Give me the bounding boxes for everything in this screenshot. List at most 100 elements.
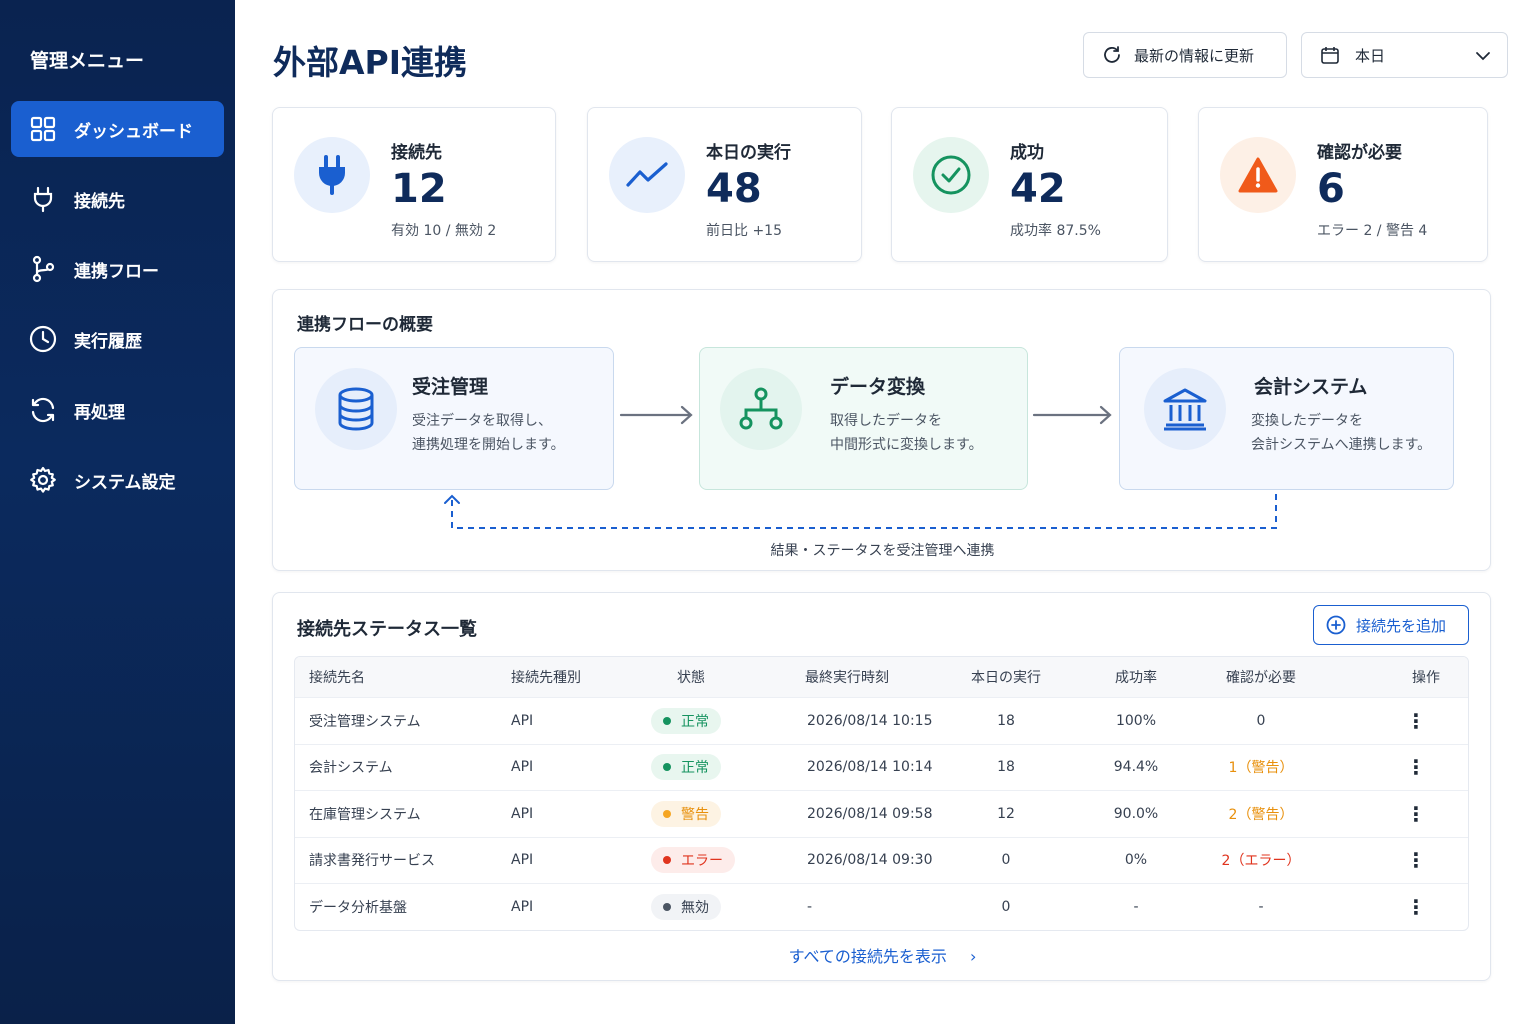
sidebar-item-dashboard[interactable]: ダッシュボード [11,101,224,157]
cell-type: API [511,852,534,869]
add-connection-button[interactable]: 接続先を追加 [1313,605,1469,645]
stat-card-success: 成功 42 成功率 87.5% [891,107,1168,262]
refresh-icon [31,397,55,423]
flow-step-desc: 受注データを取得し、 連携処理を開始します。 [412,413,565,453]
sidebar-item-settings[interactable]: システム設定 [11,452,224,508]
stat-value: 6 [1317,166,1345,212]
column-header: 状態 [677,670,705,686]
cell-runs: 0 [1001,852,1011,869]
cell-runs: 18 [997,759,1015,776]
status-badge: エラー [651,847,735,874]
cell-name: 会計システム [309,760,393,777]
stat-label: 接続先 [391,143,442,163]
table-row[interactable]: データ分析基盤 API 無効 - 0 - - ⋮ [295,883,1468,930]
chevron-down-icon [1476,52,1490,61]
date-select[interactable]: 本日 [1301,32,1508,78]
show-all-link[interactable]: すべての接続先を表示 › [273,943,1492,967]
branch-icon [32,255,55,283]
refresh-button[interactable]: 最新の情報に更新 [1083,32,1287,78]
arrow-right-icon [619,405,693,425]
gear-icon [30,466,56,493]
column-header: 確認が必要 [1226,670,1296,686]
flow-panel-title: 連携フローの概要 [297,315,433,335]
stat-card-attention: 確認が必要 6 エラー 2 / 警告 4 [1198,107,1488,262]
grid-icon [30,116,56,142]
flow-step-title: 受注管理 [412,376,489,398]
cell-check: 2（警告） [1228,806,1294,823]
table-row[interactable]: 在庫管理システム API 警告 2026/08/14 09:58 12 90.0… [295,790,1468,837]
hierarchy-icon [720,368,802,450]
cell-rate: - [1133,898,1139,915]
more-menu-icon[interactable]: ⋮ [1311,755,1468,779]
sidebar-item-flows[interactable]: 連携フロー [11,241,224,297]
main-content: 外部API連携 最新の情報に更新 本日 接続先 12 有効 10 / 無効 2 … [235,0,1536,1024]
trend-icon [609,137,685,213]
table-row[interactable]: 会計システム API 正常 2026/08/14 10:14 18 94.4% … [295,743,1468,791]
more-menu-icon[interactable]: ⋮ [1311,802,1468,826]
stat-label: 確認が必要 [1317,143,1402,163]
flow-step-title: 会計システム [1254,376,1368,398]
sidebar-item-label: 実行履歴 [74,331,142,352]
cell-runs: 0 [1001,898,1011,915]
stat-label: 成功 [1010,143,1044,163]
sidebar-item-history[interactable]: 実行履歴 [11,311,224,367]
cell-runs: 18 [997,712,1015,729]
flow-step-title: データ変換 [830,376,926,398]
flow-step-orders[interactable]: 受注管理 受注データを取得し、 連携処理を開始します。 [294,347,614,490]
more-menu-icon[interactable]: ⋮ [1311,895,1468,919]
cell-rate: 0% [1124,852,1148,869]
feedback-loop-arrow [444,494,1277,529]
more-menu-icon[interactable]: ⋮ [1311,709,1468,733]
cell-name: 請求書発行サービス [309,853,435,870]
bank-icon [1144,368,1226,450]
cell-name: 在庫管理システム [309,806,421,823]
more-menu-icon[interactable]: ⋮ [1311,848,1468,872]
sidebar-item-label: 連携フロー [74,261,159,282]
cell-rate: 100% [1115,712,1157,729]
sidebar-item-connections[interactable]: 接続先 [11,171,224,227]
date-select-value: 本日 [1355,46,1386,65]
sidebar-item-label: ダッシュボード [74,121,193,142]
table-row[interactable]: 受注管理システム API 正常 2026/08/14 10:15 18 100%… [295,697,1468,744]
column-header: 成功率 [1115,670,1157,686]
stat-sub: 前日比 +15 [706,223,782,239]
check-circle-icon [913,137,989,213]
stat-sub: エラー 2 / 警告 4 [1317,223,1428,239]
cell-check: 0 [1256,712,1266,729]
stat-label: 本日の実行 [706,143,791,163]
database-icon [315,368,397,450]
cell-check: 1（警告） [1228,760,1294,777]
status-badge: 無効 [651,893,721,920]
stat-sub: 有効 10 / 無効 2 [391,223,497,239]
sidebar-title: 管理メニュー [30,50,145,72]
cell-check: - [1258,898,1264,915]
arrow-right-icon [1032,405,1112,425]
cell-rate: 90.0% [1113,805,1159,822]
flow-step-transform[interactable]: データ変換 取得したデータを 中間形式に変換します。 [699,347,1028,490]
cell-last-run: 2026/08/14 10:15 [807,712,933,729]
flow-step-desc: 取得したデータを 中間形式に変換します。 [830,413,983,453]
clock-icon [29,325,57,353]
status-badge: 正常 [651,754,721,781]
page-title: 外部API連携 [273,43,468,82]
table-header-row: 接続先名 接続先種別 状態 最終実行時刻 本日の実行 成功率 確認が必要 操作 [295,657,1468,697]
flow-step-desc: 変換したデータを 会計システムへ連携します。 [1251,413,1432,453]
flow-step-accounting[interactable]: 会計システム 変換したデータを 会計システムへ連携します。 [1119,347,1454,490]
stat-card-connections: 接続先 12 有効 10 / 無効 2 [272,107,556,262]
calendar-icon [1321,47,1339,64]
table-row[interactable]: 請求書発行サービス API エラー 2026/08/14 09:30 0 0% … [295,836,1468,884]
connection-table: 接続先名 接続先種別 状態 最終実行時刻 本日の実行 成功率 確認が必要 操作 … [294,656,1469,931]
cell-rate: 94.4% [1113,759,1159,776]
refresh-label: 最新の情報に更新 [1134,46,1255,65]
cell-type: API [511,712,534,729]
sidebar-item-reprocess[interactable]: 再処理 [11,382,224,438]
plug-icon [33,186,53,213]
stat-sub: 成功率 87.5% [1010,223,1101,239]
connection-status-panel: 接続先ステータス一覧 接続先を追加 接続先名 接続先種別 状態 最終実行時刻 本… [272,592,1491,981]
column-header: 接続先名 [309,670,365,686]
plug-icon [294,137,370,213]
column-header: 接続先種別 [511,670,581,686]
warning-icon [1220,137,1296,213]
stat-value: 48 [706,166,762,212]
sidebar-item-label: 接続先 [74,191,125,212]
